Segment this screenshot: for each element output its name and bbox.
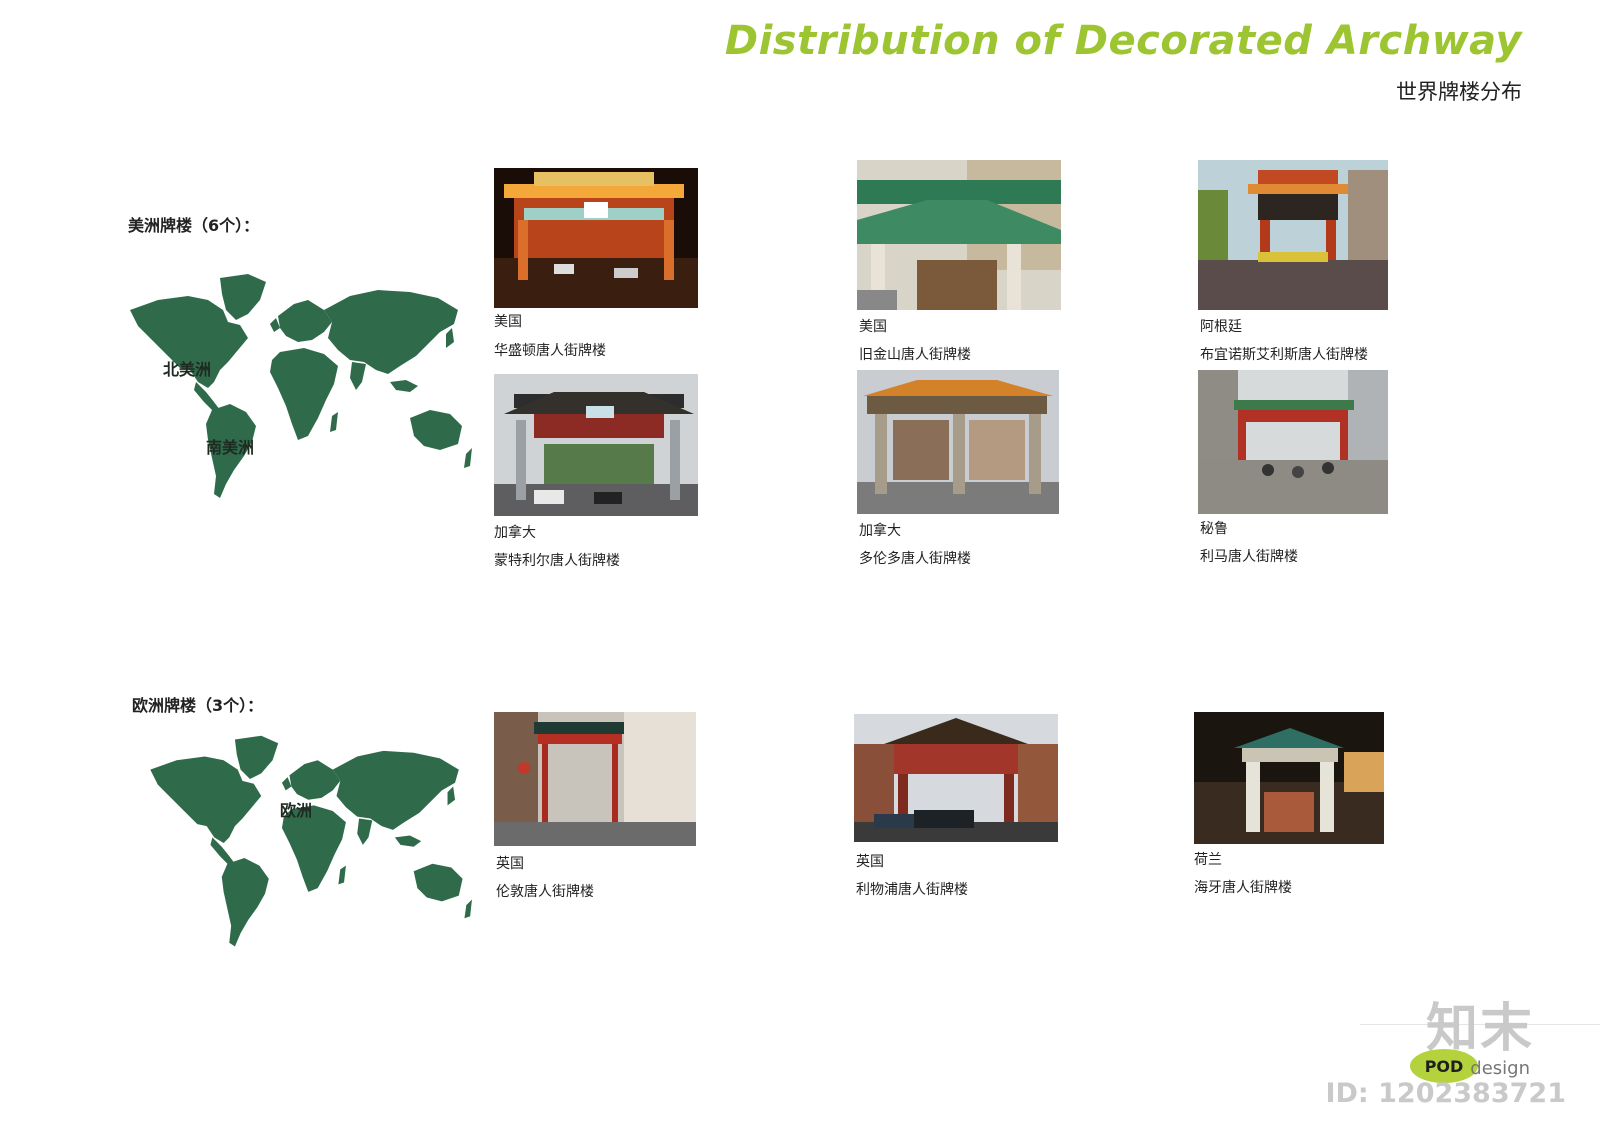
country-label: 荷兰 [1194, 852, 1222, 868]
archway-photo [494, 374, 698, 516]
place-label: 多伦多唐人街牌楼 [859, 551, 971, 567]
archway-card [1198, 160, 1388, 310]
country-label: 加拿大 [494, 525, 536, 541]
archway-photo [1198, 160, 1388, 310]
country-label: 秘鲁 [1200, 521, 1228, 537]
country-label: 阿根廷 [1200, 319, 1242, 335]
map-label-south-america: 南美洲 [206, 438, 255, 457]
country-label: 英国 [496, 856, 524, 872]
place-label: 海牙唐人街牌楼 [1194, 880, 1292, 896]
archway-photo [494, 712, 696, 846]
archway-photo [857, 160, 1061, 310]
country-label: 加拿大 [859, 523, 901, 539]
place-label: 利马唐人街牌楼 [1200, 549, 1298, 565]
place-label: 蒙特利尔唐人街牌楼 [494, 553, 620, 569]
archway-card [494, 168, 698, 308]
place-label: 旧金山唐人街牌楼 [859, 347, 971, 363]
map-label-europe: 欧洲 [280, 801, 313, 820]
archway-card [1194, 712, 1384, 844]
map-label-north-america: 北美洲 [163, 360, 212, 379]
archway-card [857, 370, 1059, 514]
place-label: 利物浦唐人街牌楼 [856, 882, 968, 898]
place-label: 伦敦唐人街牌楼 [496, 884, 594, 900]
archway-photo [854, 714, 1058, 842]
world-map-americas [128, 270, 478, 506]
archway-card [854, 714, 1058, 842]
country-label: 英国 [856, 854, 884, 870]
archway-card [1198, 370, 1388, 514]
archway-photo [857, 370, 1059, 514]
country-label: 美国 [494, 314, 522, 330]
archway-photo [494, 168, 698, 308]
image-id: ID: 1202383721 [1325, 1078, 1566, 1109]
section-label-americas: 美洲牌楼（6个）： [128, 216, 260, 235]
page-title-cn: 世界牌楼分布 [1396, 80, 1522, 104]
world-map-europe [140, 732, 486, 954]
archway-card [857, 160, 1061, 310]
page-title-en: Distribution of Decorated Archway [724, 18, 1522, 64]
place-label: 布宜诺斯艾利斯唐人街牌楼 [1200, 347, 1368, 363]
place-label: 华盛顿唐人街牌楼 [494, 343, 606, 359]
archway-photo [1194, 712, 1384, 844]
pod-text: POD [1425, 1057, 1464, 1076]
section-label-europe: 欧洲牌楼（3个）： [132, 696, 264, 715]
country-label: 美国 [859, 319, 887, 335]
design-text: design [1470, 1058, 1530, 1079]
archway-photo [1198, 370, 1388, 514]
archway-card [494, 712, 696, 846]
archway-card [494, 374, 698, 516]
